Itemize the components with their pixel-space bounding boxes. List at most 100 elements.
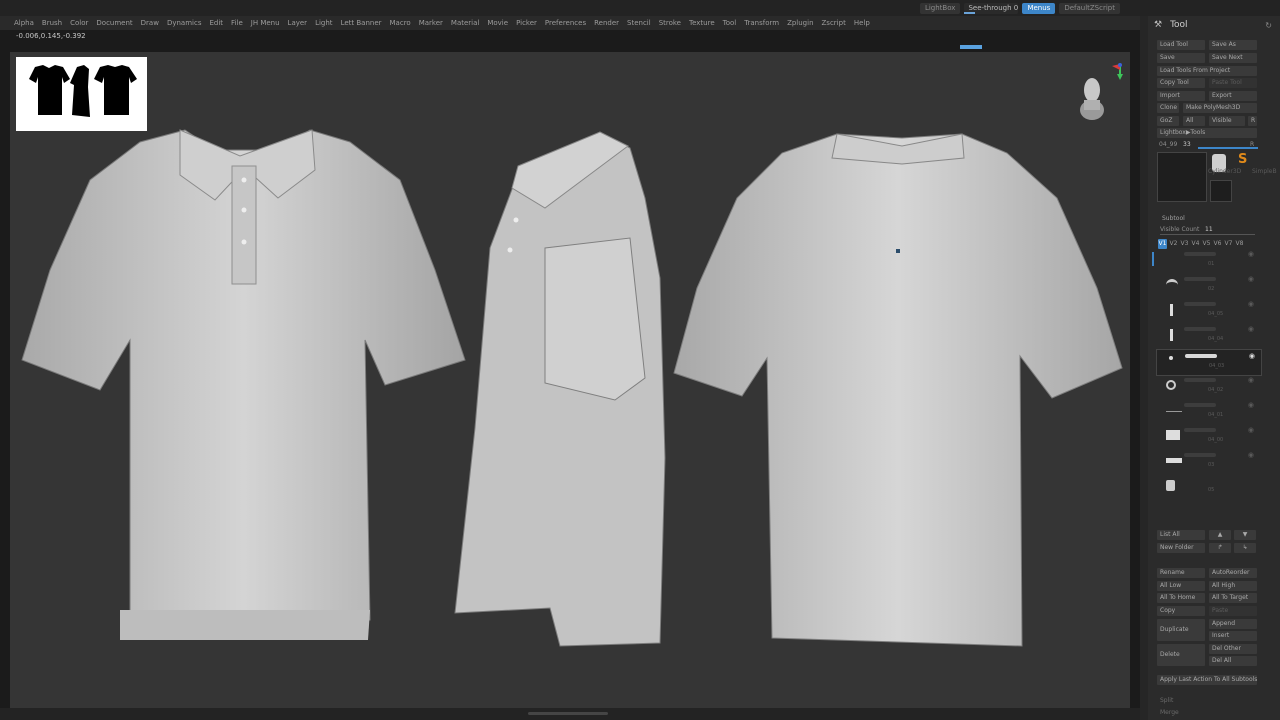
append-button[interactable]: Append: [1209, 619, 1257, 629]
menu-file[interactable]: File: [227, 19, 247, 27]
copy-subtool-button[interactable]: Copy: [1157, 606, 1205, 616]
menu-transform[interactable]: Transform: [740, 19, 783, 27]
menu-zscript[interactable]: Zscript: [818, 19, 850, 27]
menu-edit[interactable]: Edit: [205, 19, 227, 27]
rename-button[interactable]: Rename: [1157, 568, 1205, 578]
subtool-row[interactable]: ◉ 02: [1156, 273, 1260, 298]
lightbox-button[interactable]: LightBox: [919, 3, 961, 14]
see-through-slider[interactable]: See-through 0: [964, 3, 1019, 14]
simplebrush-icon[interactable]: S: [1238, 152, 1247, 167]
arrow-down-icon[interactable]: ▼: [1234, 530, 1256, 540]
del-all-button[interactable]: Del All: [1209, 656, 1257, 666]
paste-subtool-button[interactable]: Paste: [1209, 606, 1257, 616]
subtool-header[interactable]: Subtool: [1162, 215, 1185, 222]
menu-draw[interactable]: Draw: [137, 19, 163, 27]
subtool-row[interactable]: ◉ 04_05: [1156, 298, 1260, 323]
merge-header[interactable]: Merge: [1160, 709, 1179, 716]
eye-icon[interactable]: ◉: [1248, 426, 1254, 434]
menu-light[interactable]: Light: [311, 19, 336, 27]
split-header[interactable]: Split: [1160, 697, 1173, 704]
menu-zplugin[interactable]: Zplugin: [783, 19, 817, 27]
goz-visible-button[interactable]: Visible: [1209, 116, 1245, 126]
eye-icon[interactable]: ◉: [1248, 376, 1254, 384]
save-as-button[interactable]: Save As: [1209, 40, 1257, 50]
goz-button[interactable]: GoZ: [1157, 116, 1179, 126]
menu-jh-menu[interactable]: JH Menu: [247, 19, 284, 27]
subtool-row[interactable]: ◉ 04_00: [1156, 424, 1260, 449]
subtool-toggle[interactable]: [1184, 302, 1216, 306]
save-button[interactable]: Save: [1157, 53, 1205, 63]
menu-tool[interactable]: Tool: [719, 19, 741, 27]
subtool-row[interactable]: ◉ 01: [1156, 248, 1260, 273]
subtool-toggle[interactable]: [1184, 453, 1216, 457]
load-tools-from-project-button[interactable]: Load Tools From Project: [1157, 66, 1257, 76]
insert-button[interactable]: Insert: [1209, 631, 1257, 641]
polymesh-thumb-icon[interactable]: [1210, 180, 1232, 202]
duplicate-button[interactable]: Duplicate: [1157, 619, 1205, 641]
eye-icon[interactable]: ◉: [1248, 325, 1254, 333]
apply-last-action-button[interactable]: Apply Last Action To All Subtools: [1157, 675, 1257, 685]
menu-alpha[interactable]: Alpha: [10, 19, 38, 27]
menu-render[interactable]: Render: [590, 19, 623, 27]
bottom-tray-handle[interactable]: [528, 712, 608, 715]
export-button[interactable]: Export: [1209, 91, 1257, 101]
menu-dynamics[interactable]: Dynamics: [163, 19, 206, 27]
subtool-toggle[interactable]: [1184, 403, 1216, 407]
eye-icon[interactable]: ◉: [1248, 401, 1254, 409]
menus-button[interactable]: Menus: [1022, 3, 1056, 14]
move-up-icon[interactable]: ↱: [1209, 543, 1231, 553]
subtool-row-selected[interactable]: ◉ 04_03: [1156, 349, 1262, 376]
menu-macro[interactable]: Macro: [386, 19, 415, 27]
import-button[interactable]: Import: [1157, 91, 1205, 101]
delete-button[interactable]: Delete: [1157, 644, 1205, 666]
menu-layer[interactable]: Layer: [284, 19, 312, 27]
subtool-scrollbar[interactable]: [1152, 252, 1154, 266]
paste-tool-button[interactable]: Paste Tool: [1209, 78, 1257, 88]
make-polymesh3d-button[interactable]: Make PolyMesh3D: [1183, 103, 1257, 113]
navigation-gizmo[interactable]: [1076, 62, 1130, 122]
all-to-home-button[interactable]: All To Home: [1157, 593, 1205, 603]
menu-movie[interactable]: Movie: [483, 19, 512, 27]
del-other-button[interactable]: Del Other: [1209, 644, 1257, 654]
new-folder-button[interactable]: New Folder: [1157, 543, 1205, 553]
goz-all-button[interactable]: All: [1183, 116, 1205, 126]
clone-button[interactable]: Clone: [1157, 103, 1179, 113]
all-high-button[interactable]: All High: [1209, 581, 1257, 591]
menu-brush[interactable]: Brush: [38, 19, 66, 27]
subtool-toggle[interactable]: [1184, 327, 1216, 331]
menu-color[interactable]: Color: [66, 19, 92, 27]
subtool-toggle[interactable]: [1184, 378, 1216, 382]
menu-preferences[interactable]: Preferences: [541, 19, 590, 27]
menu-texture[interactable]: Texture: [685, 19, 719, 27]
subtool-row[interactable]: ◉ 04_01: [1156, 399, 1260, 424]
subtool-row[interactable]: ◉ 03: [1156, 449, 1260, 474]
autoreorder-button[interactable]: AutoReorder: [1209, 568, 1257, 578]
visible-count-slider[interactable]: [1160, 234, 1255, 235]
default-zscript-button[interactable]: DefaultZScript: [1059, 3, 1120, 14]
lightbox-tools-button[interactable]: Lightbox▶Tools: [1157, 128, 1257, 138]
eye-icon[interactable]: ◉: [1248, 451, 1254, 459]
menu-document[interactable]: Document: [92, 19, 136, 27]
menu-help[interactable]: Help: [850, 19, 874, 27]
subtool-toggle[interactable]: [1184, 428, 1216, 432]
move-down-icon[interactable]: ↳: [1234, 543, 1256, 553]
menu-material[interactable]: Material: [447, 19, 483, 27]
menu-stencil[interactable]: Stencil: [623, 19, 655, 27]
copy-tool-button[interactable]: Copy Tool: [1157, 78, 1205, 88]
eye-icon[interactable]: ◉: [1249, 352, 1255, 360]
menu-picker[interactable]: Picker: [512, 19, 541, 27]
goz-r-button[interactable]: R: [1248, 116, 1257, 126]
tool-slider-track[interactable]: [1198, 147, 1258, 149]
subtool-toggle[interactable]: [1184, 277, 1216, 281]
menu-stroke[interactable]: Stroke: [655, 19, 685, 27]
all-low-button[interactable]: All Low: [1157, 581, 1205, 591]
current-tool-thumbnail[interactable]: [1157, 152, 1207, 202]
subtool-toggle[interactable]: [1185, 354, 1217, 358]
subtool-row[interactable]: ◉ 04_02: [1156, 374, 1260, 399]
load-tool-button[interactable]: Load Tool: [1157, 40, 1205, 50]
menu-lett-banner[interactable]: Lett Banner: [337, 19, 386, 27]
panel-refresh-icon[interactable]: ↻: [1265, 21, 1272, 30]
list-all-button[interactable]: List All: [1157, 530, 1205, 540]
subtool-row[interactable]: ◉ 04_04: [1156, 323, 1260, 348]
save-next-button[interactable]: Save Next: [1209, 53, 1257, 63]
